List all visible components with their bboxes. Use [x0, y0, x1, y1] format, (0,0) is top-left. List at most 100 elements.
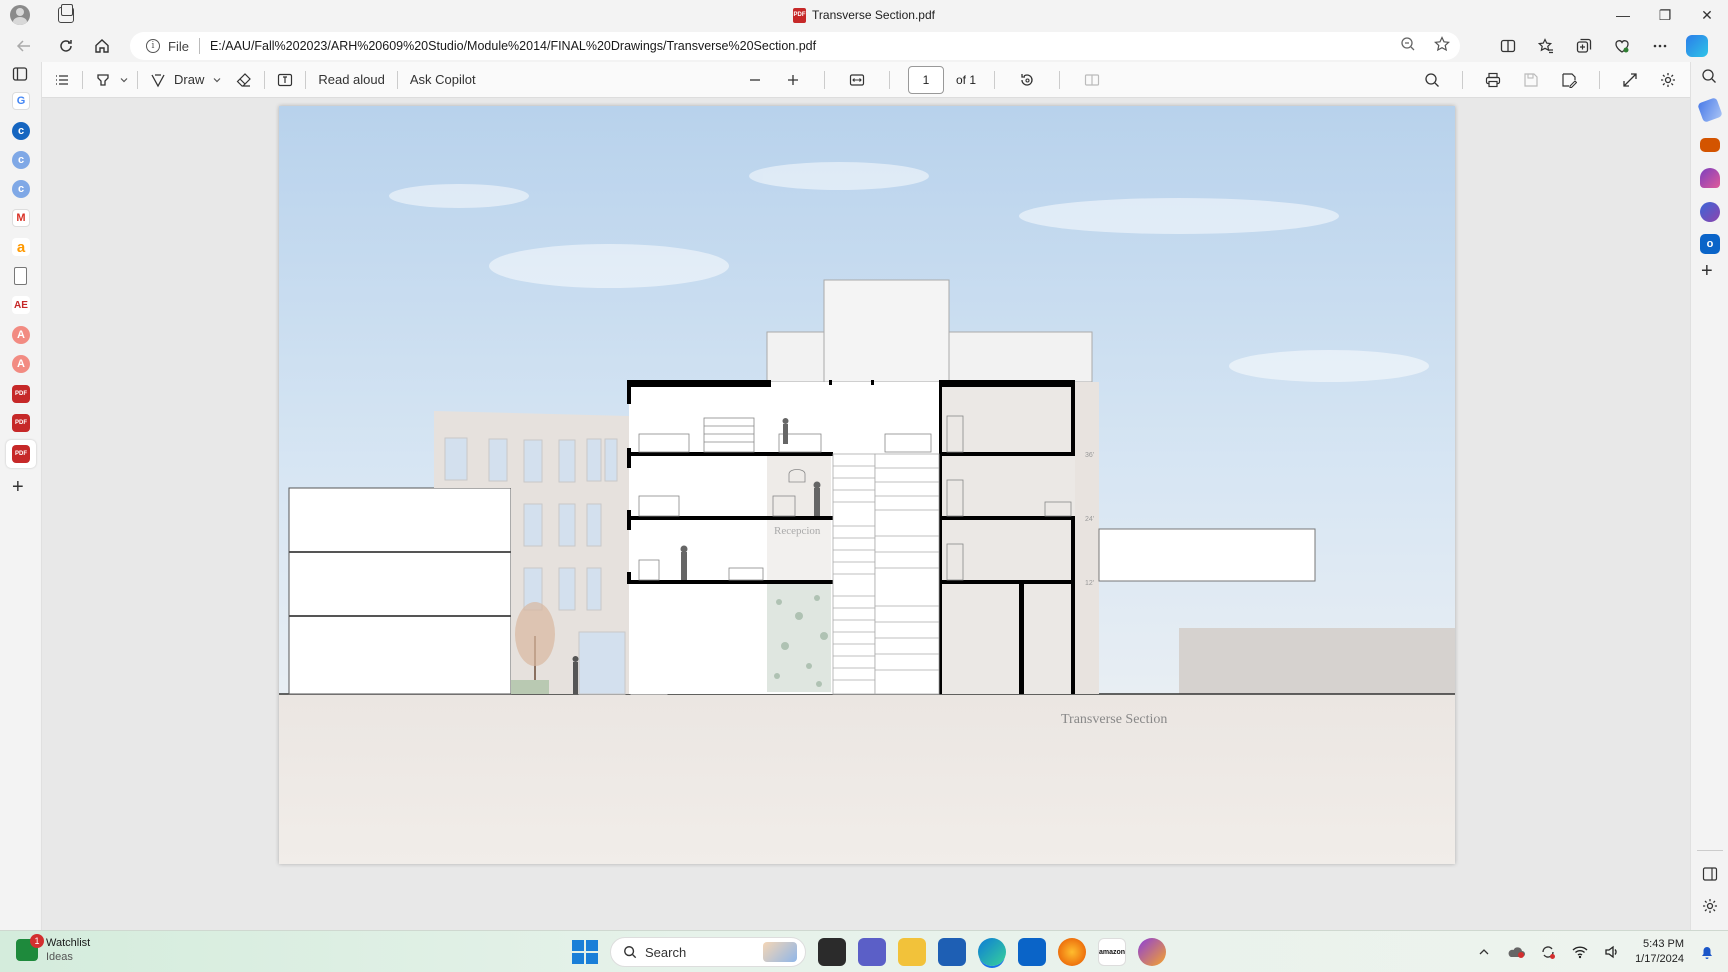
start-button[interactable] — [570, 938, 598, 966]
tab-actions-icon[interactable] — [58, 4, 74, 23]
outlook-icon[interactable]: o — [1700, 234, 1720, 254]
edge-taskbar-icon[interactable] — [978, 938, 1006, 966]
shopping-tag-icon[interactable] — [1697, 97, 1723, 123]
page-number-input[interactable]: 1 — [908, 66, 944, 94]
games-icon[interactable] — [1700, 168, 1720, 188]
teams-icon[interactable] — [858, 938, 886, 966]
hide-sidebar-icon[interactable] — [1702, 866, 1718, 882]
url-text[interactable]: E:/AAU/Fall%202023/ARH%20609%20Studio/Mo… — [210, 39, 816, 53]
taskbar: 1 Watchlist Ideas Search amazon 5:43 PM … — [0, 930, 1728, 972]
task-view-icon[interactable] — [818, 938, 846, 966]
pdf-tab-icon-1[interactable]: PDF — [12, 385, 30, 403]
browser-essentials-icon[interactable] — [1610, 34, 1634, 58]
rotate-icon — [1021, 74, 1033, 86]
search-highlight-icon — [763, 942, 797, 962]
favorites-icon[interactable] — [1534, 34, 1558, 58]
app-tab-icon-2[interactable]: A — [12, 355, 30, 373]
address-field[interactable]: i File E:/AAU/Fall%202023/ARH%20609%20St… — [130, 32, 1460, 60]
draw-button[interactable]: Draw — [144, 66, 210, 94]
mail-icon[interactable] — [1018, 938, 1046, 966]
course-tab-icon-1[interactable]: c — [12, 122, 30, 140]
app-icon[interactable] — [1138, 938, 1166, 966]
amazon-tab-icon[interactable]: a — [12, 238, 30, 256]
document-tab-icon[interactable] — [14, 267, 27, 285]
draw-dropdown[interactable] — [210, 66, 224, 94]
split-screen-icon[interactable] — [1496, 34, 1520, 58]
table-of-contents-icon — [56, 74, 68, 85]
pdf-page: Recepcion 36' 24' 12' Transverse Section — [279, 106, 1455, 864]
widgets-button[interactable]: 1 Watchlist Ideas — [16, 934, 90, 964]
amazon-app-icon[interactable]: amazon — [1098, 938, 1126, 966]
room-label-recepcion: Recepcion — [774, 525, 821, 537]
highlight-button[interactable] — [89, 66, 117, 94]
tools-briefcase-icon[interactable] — [1700, 138, 1720, 152]
ask-copilot-button[interactable]: Ask Copilot — [404, 66, 482, 94]
sync-icon[interactable] — [1539, 943, 1557, 961]
zoom-in-button[interactable] — [780, 66, 806, 94]
print-button[interactable] — [1479, 66, 1507, 94]
active-tab[interactable]: PDF — [6, 440, 36, 468]
course-tab-icon-2[interactable]: c — [12, 151, 30, 169]
sidebar-settings-icon[interactable] — [1702, 898, 1718, 914]
vertical-tabs-toggle-icon[interactable] — [12, 66, 28, 82]
chevron-down-icon — [213, 77, 221, 82]
gmail-tab-icon[interactable]: M — [12, 209, 30, 227]
sidebar-search-icon[interactable] — [1701, 68, 1717, 84]
course-tab-icon-3[interactable]: c — [12, 180, 30, 198]
collections-icon[interactable] — [1572, 34, 1596, 58]
level-mark-24: 24' — [1085, 516, 1094, 523]
fit-width-icon — [849, 74, 865, 86]
toolbar-divider — [1599, 71, 1600, 89]
read-aloud-button[interactable]: Read aloud — [312, 66, 391, 94]
show-hidden-icons-chevron-icon[interactable] — [1475, 943, 1493, 961]
title-bar: PDF Transverse Section.pdf — ❐ ✕ — [0, 0, 1728, 30]
fit-to-width-button[interactable] — [843, 66, 871, 94]
copilot-icon[interactable] — [1686, 35, 1708, 57]
rotate-button[interactable] — [1013, 66, 1041, 94]
zoom-out-button[interactable] — [742, 66, 768, 94]
notification-bell-icon[interactable] — [1698, 943, 1716, 961]
pdf-file-icon: PDF — [793, 7, 807, 23]
erase-button[interactable] — [230, 66, 258, 94]
app-tab-icon-1[interactable]: A — [12, 326, 30, 344]
taskbar-search[interactable]: Search — [610, 937, 806, 967]
new-tab-plus-icon[interactable]: + — [12, 476, 24, 499]
onedrive-icon[interactable] — [1507, 943, 1526, 961]
highlight-dropdown[interactable] — [117, 66, 131, 94]
back-button[interactable] — [8, 32, 40, 60]
site-info-icon[interactable]: i — [146, 39, 160, 53]
volume-icon[interactable] — [1603, 943, 1621, 961]
system-clock[interactable]: 5:43 PM 1/17/2024 — [1635, 937, 1684, 967]
favorite-star-icon[interactable] — [1434, 36, 1450, 56]
file-explorer-icon[interactable] — [898, 938, 926, 966]
save-as-button[interactable] — [1555, 66, 1583, 94]
wifi-icon[interactable] — [1571, 943, 1589, 961]
more-options-icon[interactable] — [1648, 34, 1672, 58]
microsoft-store-icon[interactable] — [938, 938, 966, 966]
add-sidebar-app-icon[interactable]: + — [1701, 260, 1713, 283]
pdf-settings-button[interactable] — [1654, 66, 1682, 94]
contents-button[interactable] — [48, 66, 76, 94]
window-title-area: PDF Transverse Section.pdf — [0, 0, 1728, 30]
minimize-button[interactable]: — — [1602, 0, 1644, 30]
firefox-icon[interactable] — [1058, 938, 1086, 966]
restore-button[interactable]: ❐ — [1644, 0, 1686, 30]
home-button[interactable] — [86, 32, 118, 60]
google-tab-icon[interactable]: G — [12, 92, 30, 110]
zoom-out-address-icon[interactable] — [1400, 36, 1416, 56]
section-drawing: Recepcion 36' 24' 12' Transverse Section — [279, 106, 1455, 864]
add-text-button[interactable] — [271, 66, 299, 94]
pdf-tab-icon-2[interactable]: PDF — [12, 414, 30, 432]
microsoft-365-icon[interactable] — [1700, 202, 1720, 222]
profile-avatar-icon[interactable] — [10, 5, 30, 25]
refresh-button[interactable] — [50, 32, 82, 60]
page-view-button[interactable] — [1078, 66, 1106, 94]
toolbar-divider — [1059, 71, 1061, 89]
close-button[interactable]: ✕ — [1686, 0, 1728, 30]
save-button[interactable] — [1517, 66, 1545, 94]
highlighter-icon — [97, 73, 109, 86]
save-icon — [1524, 73, 1538, 87]
ae-tab-icon[interactable]: AE — [12, 296, 30, 314]
find-button[interactable] — [1418, 66, 1446, 94]
full-screen-button[interactable] — [1616, 66, 1644, 94]
